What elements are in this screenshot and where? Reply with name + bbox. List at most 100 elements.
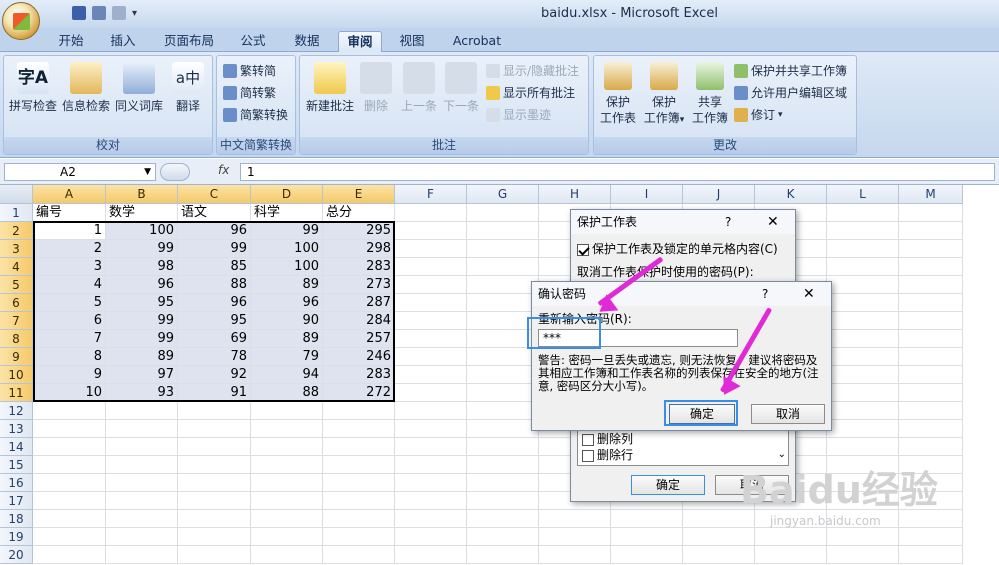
cell-a15[interactable] bbox=[33, 456, 106, 474]
cell-a10[interactable]: 9 bbox=[33, 366, 106, 384]
cell-e1[interactable]: 总分 bbox=[323, 204, 395, 222]
tab-insert[interactable]: 插入 bbox=[102, 31, 144, 52]
cell-b1[interactable]: 数学 bbox=[106, 204, 178, 222]
cell-c4[interactable]: 85 bbox=[178, 258, 251, 276]
close-icon[interactable]: ✕ bbox=[767, 210, 779, 234]
cell-d7[interactable]: 90 bbox=[251, 312, 323, 330]
cell-m13[interactable] bbox=[899, 420, 963, 438]
help-icon[interactable]: ? bbox=[725, 210, 731, 234]
cell-e5[interactable]: 273 bbox=[323, 276, 395, 294]
cell-d4[interactable]: 100 bbox=[251, 258, 323, 276]
cell-f13[interactable] bbox=[395, 420, 467, 438]
cell-m7[interactable] bbox=[899, 312, 963, 330]
cell-b18[interactable] bbox=[106, 510, 178, 528]
cell-c15[interactable] bbox=[178, 456, 251, 474]
cell-m1[interactable] bbox=[899, 204, 963, 222]
cell-g9[interactable] bbox=[467, 348, 539, 366]
cell-f11[interactable] bbox=[395, 384, 467, 402]
cell-a20[interactable] bbox=[33, 546, 106, 564]
row-header-9[interactable]: 9 bbox=[0, 348, 33, 366]
cell-d13[interactable] bbox=[251, 420, 323, 438]
cell-e18[interactable] bbox=[323, 510, 395, 528]
cell-b8[interactable]: 99 bbox=[106, 330, 178, 348]
cell-g19[interactable] bbox=[467, 528, 539, 546]
cell-e14[interactable] bbox=[323, 438, 395, 456]
cell-d18[interactable] bbox=[251, 510, 323, 528]
row-header-5[interactable]: 5 bbox=[0, 276, 33, 294]
cell-e12[interactable] bbox=[323, 402, 395, 420]
protect-sheet-checkbox[interactable]: 保护工作表及锁定的单元格内容(C) bbox=[577, 240, 778, 257]
row-header-8[interactable]: 8 bbox=[0, 330, 33, 348]
help-icon[interactable]: ? bbox=[762, 282, 768, 306]
cell-d19[interactable] bbox=[251, 528, 323, 546]
allow-edit-ranges-button[interactable]: 允许用户编辑区域 bbox=[734, 84, 847, 102]
protect-ok-button[interactable]: 确定 bbox=[631, 475, 705, 495]
cell-d5[interactable]: 89 bbox=[251, 276, 323, 294]
cell-m12[interactable] bbox=[899, 402, 963, 420]
cell-c16[interactable] bbox=[178, 474, 251, 492]
cell-g14[interactable] bbox=[467, 438, 539, 456]
cell-d10[interactable]: 94 bbox=[251, 366, 323, 384]
cell-l9[interactable] bbox=[827, 348, 899, 366]
cell-c12[interactable] bbox=[178, 402, 251, 420]
protect-share-button[interactable]: 保护并共享工作簿 bbox=[734, 62, 847, 80]
cell-g17[interactable] bbox=[467, 492, 539, 510]
cell-a7[interactable]: 6 bbox=[33, 312, 106, 330]
column-header-h[interactable]: H bbox=[539, 185, 611, 204]
row-header-12[interactable]: 12 bbox=[0, 402, 33, 420]
formula-bar-expand-icon[interactable] bbox=[160, 163, 190, 181]
tab-view[interactable]: 视图 bbox=[392, 31, 432, 52]
cell-m4[interactable] bbox=[899, 258, 963, 276]
row-header-19[interactable]: 19 bbox=[0, 528, 33, 546]
cell-m9[interactable] bbox=[899, 348, 963, 366]
cell-c3[interactable]: 99 bbox=[178, 240, 251, 258]
cell-a4[interactable]: 3 bbox=[33, 258, 106, 276]
row-header-15[interactable]: 15 bbox=[0, 456, 33, 474]
cell-g15[interactable] bbox=[467, 456, 539, 474]
cell-b2[interactable]: 100 bbox=[106, 222, 178, 240]
column-header-l[interactable]: L bbox=[827, 185, 899, 204]
cell-e13[interactable] bbox=[323, 420, 395, 438]
cell-h20[interactable] bbox=[539, 546, 611, 564]
cell-l3[interactable] bbox=[827, 240, 899, 258]
cell-e15[interactable] bbox=[323, 456, 395, 474]
cell-e9[interactable]: 246 bbox=[323, 348, 395, 366]
list-item[interactable]: 删除行 bbox=[582, 446, 633, 463]
cell-i20[interactable] bbox=[611, 546, 683, 564]
track-changes-button[interactable]: 修订 ▾ bbox=[734, 106, 783, 124]
cell-b5[interactable]: 96 bbox=[106, 276, 178, 294]
name-box[interactable]: A2 ▼ bbox=[4, 163, 156, 181]
cell-l8[interactable] bbox=[827, 330, 899, 348]
cell-f3[interactable] bbox=[395, 240, 467, 258]
cell-f4[interactable] bbox=[395, 258, 467, 276]
cell-e20[interactable] bbox=[323, 546, 395, 564]
cell-b17[interactable] bbox=[106, 492, 178, 510]
cell-l4[interactable] bbox=[827, 258, 899, 276]
protect-sheet-button[interactable]: 保护 工作表 bbox=[596, 62, 640, 126]
office-button[interactable] bbox=[2, 2, 40, 40]
tab-formulas[interactable]: 公式 bbox=[232, 31, 274, 52]
cell-d1[interactable]: 科学 bbox=[251, 204, 323, 222]
cell-l10[interactable] bbox=[827, 366, 899, 384]
cell-c20[interactable] bbox=[178, 546, 251, 564]
cell-a13[interactable] bbox=[33, 420, 106, 438]
cell-g18[interactable] bbox=[467, 510, 539, 528]
cell-c6[interactable]: 96 bbox=[178, 294, 251, 312]
tab-data[interactable]: 数据 bbox=[286, 31, 328, 52]
cell-e2[interactable]: 295 bbox=[323, 222, 395, 240]
row-header-1[interactable]: 1 bbox=[0, 204, 33, 222]
row-header-2[interactable]: 2 bbox=[0, 222, 33, 240]
prev-comment-button[interactable]: 上一条 bbox=[398, 62, 440, 114]
cell-b9[interactable]: 89 bbox=[106, 348, 178, 366]
cell-l1[interactable] bbox=[827, 204, 899, 222]
tab-review[interactable]: 审阅 bbox=[338, 31, 382, 52]
cell-g5[interactable] bbox=[467, 276, 539, 294]
column-header-d[interactable]: D bbox=[251, 185, 323, 204]
cell-c17[interactable] bbox=[178, 492, 251, 510]
cell-f6[interactable] bbox=[395, 294, 467, 312]
list-item[interactable]: 删除列 bbox=[582, 430, 633, 447]
tab-home[interactable]: 开始 bbox=[50, 31, 92, 52]
cell-d2[interactable]: 99 bbox=[251, 222, 323, 240]
cell-f5[interactable] bbox=[395, 276, 467, 294]
cell-l13[interactable] bbox=[827, 420, 899, 438]
